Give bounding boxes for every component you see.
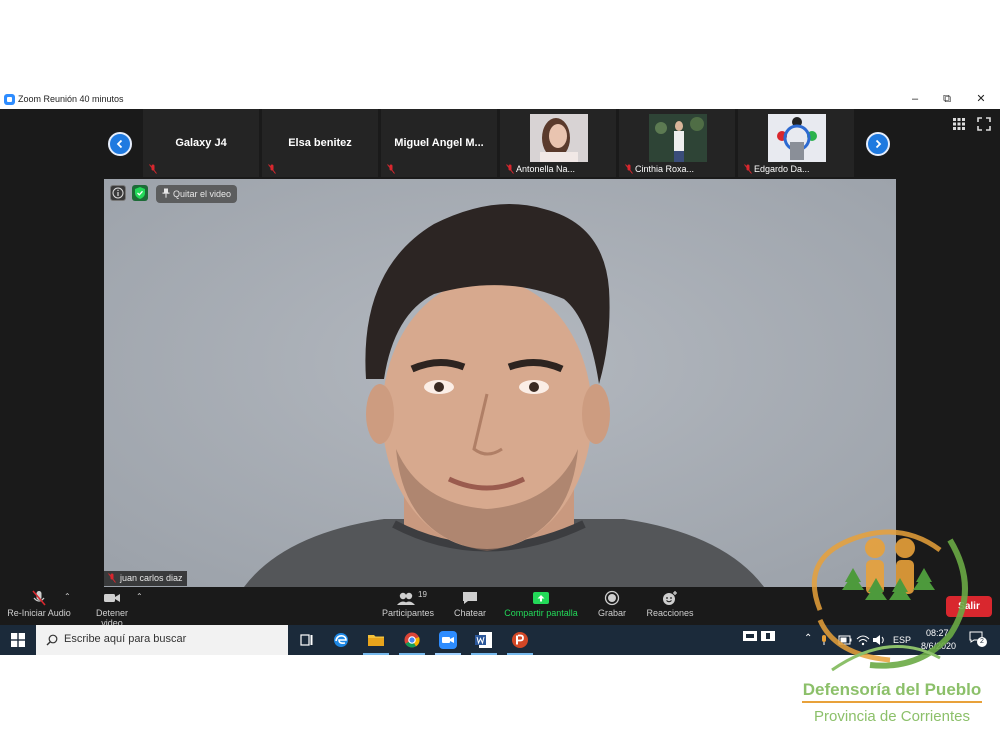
unpin-video-button[interactable]: Quitar el video xyxy=(156,185,238,203)
active-speaker-video[interactable]: Quitar el video juan carlos diaz xyxy=(104,179,896,587)
participants-button[interactable]: Participantes xyxy=(380,590,436,618)
chat-icon xyxy=(463,592,477,604)
speaker-name-label: juan carlos diaz xyxy=(104,571,187,586)
participant-name: Miguel Angel M... xyxy=(394,137,484,149)
gallery-view-icon[interactable] xyxy=(952,117,966,131)
pin-icon xyxy=(162,188,170,198)
participant-photo xyxy=(768,114,826,162)
participant-photo xyxy=(649,114,707,162)
chat-button[interactable]: Chatear xyxy=(448,590,492,618)
participant-tile[interactable]: Galaxy J4 xyxy=(143,109,259,177)
zoom-taskbar-icon[interactable] xyxy=(437,629,459,651)
title-bar: Zoom Reunión 40 minutos – ⧉ ✕ xyxy=(0,90,1000,109)
participant-strip: Galaxy J4 Elsa benitez Miguel Angel M... xyxy=(0,109,1000,179)
chat-label: Chatear xyxy=(453,608,487,618)
video-options-caret-icon[interactable]: ⌃ xyxy=(136,592,143,601)
reactions-label: Reacciones xyxy=(646,608,694,618)
window-title: Zoom Reunión 40 minutos xyxy=(18,94,124,104)
file-explorer-icon[interactable] xyxy=(365,629,387,651)
join-audio-button[interactable]: Re-Iniciar Audio xyxy=(6,590,72,618)
powerpoint-icon[interactable] xyxy=(509,629,531,651)
logo-divider xyxy=(802,701,982,703)
muted-mic-icon xyxy=(744,164,752,174)
muted-mic-icon xyxy=(387,164,395,174)
audio-options-caret-icon[interactable]: ⌃ xyxy=(64,592,71,601)
info-icon[interactable] xyxy=(110,185,126,201)
logo-title: Defensoría del Pueblo xyxy=(802,680,982,699)
participant-tile[interactable]: Antonella Na... xyxy=(500,109,616,177)
running-indicator xyxy=(507,653,533,655)
participant-tile[interactable]: Edgardo Da... xyxy=(738,109,854,177)
participant-name: Elsa benitez xyxy=(288,137,352,149)
search-icon xyxy=(46,634,58,646)
share-screen-button[interactable]: Compartir pantalla xyxy=(502,590,580,618)
windows-start-icon[interactable] xyxy=(11,633,25,647)
defensoria-logo: Defensoría del Pueblo Provincia de Corri… xyxy=(780,520,995,735)
participant-name: Antonella Na... xyxy=(516,164,576,174)
participant-tile[interactable]: Cinthia Roxa... xyxy=(619,109,735,177)
edge-browser-icon[interactable] xyxy=(330,629,352,651)
muted-mic-icon xyxy=(108,573,116,583)
participant-tile[interactable]: Miguel Angel M... xyxy=(381,109,497,177)
chrome-browser-icon[interactable] xyxy=(401,629,423,651)
participants-count: 19 xyxy=(418,590,427,599)
share-screen-icon xyxy=(533,592,549,604)
chevron-left-icon xyxy=(116,139,123,149)
running-indicator xyxy=(363,653,389,655)
video-camera-icon xyxy=(104,594,120,602)
taskbar-search-box[interactable]: Escribe aquí para buscar xyxy=(36,625,288,655)
participant-photo xyxy=(530,114,588,162)
join-audio-label: Re-Iniciar Audio xyxy=(7,608,71,618)
network-drive-icon[interactable] xyxy=(742,629,776,643)
restore-button[interactable]: ⧉ xyxy=(937,91,957,107)
participant-tile[interactable]: Elsa benitez xyxy=(262,109,378,177)
record-label: Grabar xyxy=(597,608,626,618)
stop-video-button[interactable]: Detener video xyxy=(84,590,140,628)
logo-emblem xyxy=(811,529,968,672)
muted-mic-icon xyxy=(149,164,157,174)
reactions-icon xyxy=(663,591,677,605)
unpin-video-label: Quitar el video xyxy=(173,189,232,199)
record-button[interactable]: Grabar xyxy=(592,590,632,618)
strip-next-button[interactable] xyxy=(866,132,890,156)
logo-subtitle: Provincia de Corrientes xyxy=(814,708,970,725)
encryption-shield-icon[interactable] xyxy=(132,185,148,201)
close-button[interactable]: ✕ xyxy=(971,91,991,107)
record-icon xyxy=(604,590,620,606)
task-view-icon[interactable] xyxy=(296,629,318,651)
chevron-right-icon xyxy=(875,139,882,149)
speaker-name: juan carlos diaz xyxy=(120,573,183,583)
muted-mic-icon xyxy=(268,164,276,174)
share-screen-label: Compartir pantalla xyxy=(504,608,578,618)
speaker-video-feed xyxy=(104,179,896,587)
reactions-button[interactable]: Reacciones xyxy=(644,590,696,618)
participants-label: Participantes xyxy=(381,608,435,618)
running-indicator xyxy=(435,653,461,655)
strip-prev-button[interactable] xyxy=(108,132,132,156)
word-icon[interactable] xyxy=(473,629,495,651)
fullscreen-icon[interactable] xyxy=(977,117,991,131)
muted-mic-icon xyxy=(625,164,633,174)
screenshot: Zoom Reunión 40 minutos – ⧉ ✕ Galaxy J4 … xyxy=(0,0,1000,750)
participant-name: Cinthia Roxa... xyxy=(635,164,695,174)
participant-name: Galaxy J4 xyxy=(175,137,227,149)
participant-name: Edgardo Da... xyxy=(754,164,810,174)
muted-mic-icon xyxy=(506,164,514,174)
muted-mic-icon xyxy=(32,590,46,606)
search-placeholder: Escribe aquí para buscar xyxy=(64,633,187,645)
running-indicator xyxy=(471,653,497,655)
zoom-app-icon xyxy=(4,94,15,105)
running-indicator xyxy=(399,653,425,655)
minimize-button[interactable]: – xyxy=(905,91,925,107)
